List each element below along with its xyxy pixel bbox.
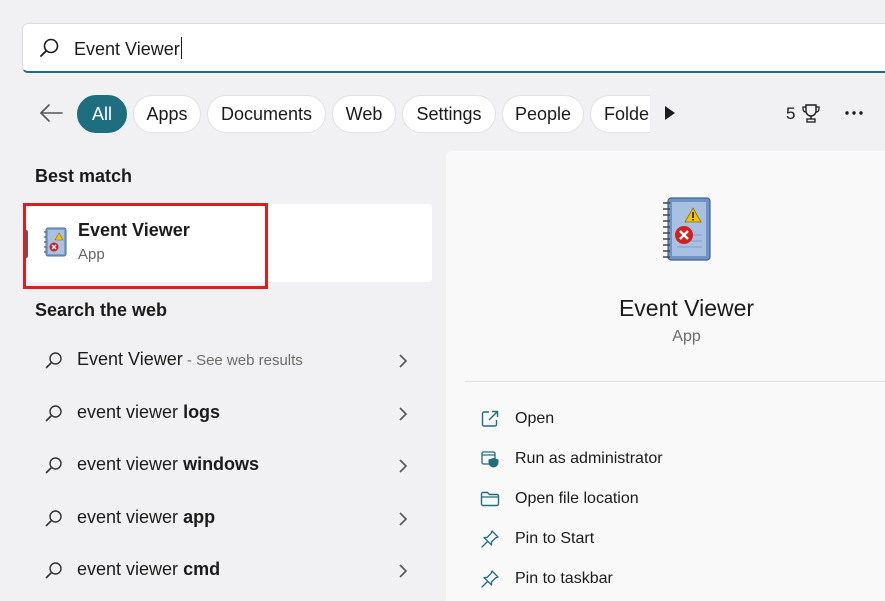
search-icon — [45, 405, 62, 422]
event-viewer-icon — [663, 197, 711, 261]
action-label: Open — [515, 410, 555, 427]
search-icon — [45, 457, 62, 474]
chevron-right-icon — [399, 564, 408, 578]
chevron-right-icon — [399, 354, 408, 368]
action-pin-to-taskbar[interactable]: Pin to taskbar — [476, 562, 856, 596]
action-open[interactable]: Open — [476, 402, 856, 436]
detail-app-name: Event Viewer — [618, 295, 755, 321]
detail-panel: Event Viewer App Open Run as administrat… — [446, 151, 885, 601]
pin-icon — [481, 570, 499, 588]
chevron-right-icon — [399, 407, 408, 421]
search-web-heading: Search the web — [35, 300, 168, 320]
action-label: Run as administrator — [515, 450, 663, 467]
action-pin-to-start[interactable]: Pin to Start — [476, 522, 856, 556]
search-input[interactable]: Event Viewer — [74, 37, 182, 60]
web-result-hint: - See web results — [182, 352, 303, 369]
open-external-icon — [481, 410, 499, 427]
search-query: Event Viewer — [74, 39, 180, 59]
folder-icon — [480, 491, 500, 507]
detail-app-type: App — [672, 328, 701, 345]
divider — [465, 381, 885, 382]
search-icon — [45, 562, 62, 579]
web-result-item[interactable]: event viewer logs — [24, 394, 432, 434]
text-caret — [180, 37, 182, 59]
action-open-file-location[interactable]: Open file location — [476, 482, 856, 516]
action-run-as-administrator[interactable]: Run as administrator — [476, 442, 856, 476]
web-result-label: Event Viewer - See web results — [77, 349, 303, 369]
pin-icon — [481, 530, 499, 548]
tab-people[interactable]: People — [502, 95, 584, 133]
search-icon — [45, 510, 62, 527]
red-highlight-box — [23, 203, 268, 289]
action-label: Pin to Start — [515, 530, 595, 547]
chevron-right-icon — [399, 459, 408, 473]
tab-documents[interactable]: Documents — [207, 95, 326, 133]
trophy-icon[interactable] — [800, 102, 822, 124]
web-result-label: event viewer cmd — [77, 559, 221, 579]
web-result-item[interactable]: Event Viewer - See web results — [24, 341, 432, 381]
play-arrow-icon[interactable] — [663, 104, 677, 122]
search-icon — [40, 38, 59, 57]
best-match-heading: Best match — [35, 166, 133, 186]
web-result-item[interactable]: event viewer windows — [24, 446, 432, 486]
back-arrow-icon[interactable] — [38, 101, 64, 125]
tab-all[interactable]: All — [77, 95, 127, 133]
web-result-label: event viewer app — [77, 507, 216, 527]
more-options-icon[interactable] — [843, 103, 865, 123]
shield-icon — [481, 451, 499, 468]
chevron-right-icon — [399, 512, 408, 526]
rewards-count: 5 — [786, 104, 796, 123]
search-icon — [45, 352, 62, 369]
tab-apps[interactable]: Apps — [133, 95, 201, 133]
action-label: Open file location — [515, 490, 639, 507]
search-box[interactable]: Event Viewer — [22, 23, 885, 73]
tab-folders[interactable]: Folde — [590, 95, 650, 133]
tab-web[interactable]: Web — [332, 95, 396, 133]
web-result-label: event viewer logs — [77, 402, 221, 422]
web-result-item[interactable]: event viewer app — [24, 499, 432, 539]
action-label: Pin to taskbar — [515, 570, 613, 587]
web-result-label: event viewer windows — [77, 454, 260, 474]
tab-settings[interactable]: Settings — [402, 95, 496, 133]
web-result-item[interactable]: event viewer cmd — [24, 551, 432, 591]
